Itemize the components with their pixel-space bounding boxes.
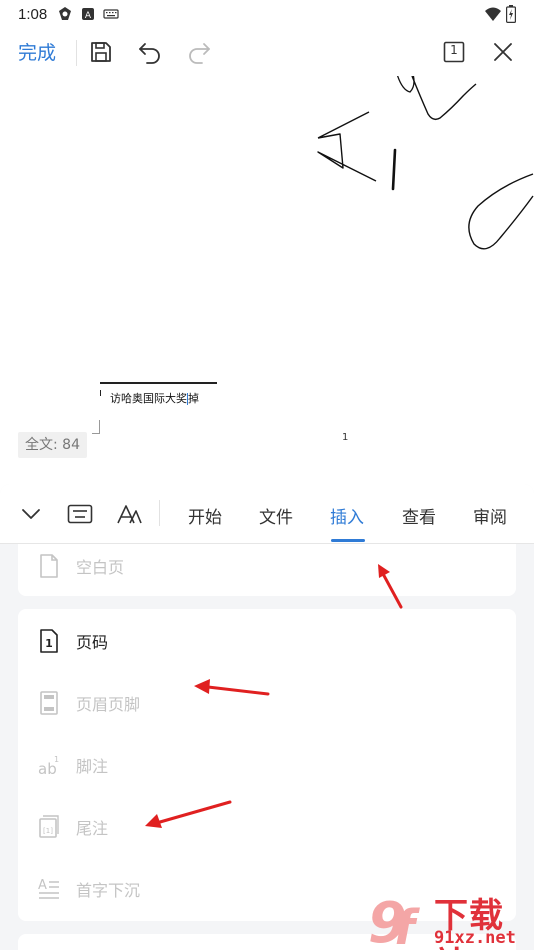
document-text-main: 访哈奥国际大奖 [110, 392, 187, 405]
document-margin-tick [100, 390, 101, 396]
svg-text:f: f [394, 900, 420, 950]
tab-divider [159, 500, 160, 526]
page-corner-mark [92, 420, 100, 434]
document-text-tail: 掉 [188, 392, 199, 405]
menu-item-blank-page[interactable]: 空白页 [18, 536, 516, 596]
footnote-icon: ab 1 [38, 753, 60, 777]
endnote-label: 尾注 [76, 819, 109, 838]
blank-page-label: 空白页 [76, 558, 125, 577]
insert-panel: 开始 文件 插入 查看 审阅 空白页 1 页码 页眉页脚 ab 1 脚注 [1]… [0, 484, 534, 950]
menu-item-footnote[interactable]: ab 1 脚注 [18, 735, 516, 795]
top-toolbar: 完成 1 [0, 28, 534, 76]
done-button[interactable]: 完成 [18, 38, 56, 65]
document-canvas[interactable]: 访哈奥国际大奖掉 1 全文: 84 [0, 76, 534, 476]
menu-item-page-number[interactable]: 1 页码 [18, 611, 516, 671]
status-notification-icons: A [57, 6, 119, 22]
toolbar-divider [76, 40, 77, 66]
redo-icon[interactable] [185, 38, 213, 66]
status-bar: 1:08 A [0, 0, 534, 28]
page-number-label: 页码 [76, 633, 109, 652]
a-notification-icon: A [82, 8, 95, 21]
drop-cap-icon: A [38, 877, 60, 901]
header-footer-icon [38, 691, 60, 715]
battery-charging-icon [506, 5, 516, 23]
svg-text:1: 1 [54, 755, 59, 764]
page-view-number: 1 [450, 43, 458, 57]
keyboard-icon[interactable] [67, 501, 93, 527]
blank-page-icon [38, 554, 60, 578]
page-view-button[interactable]: 1 [440, 38, 468, 66]
footnote-label: 脚注 [76, 757, 109, 776]
undo-icon[interactable] [136, 38, 164, 66]
word-count-badge: 全文: 84 [18, 432, 87, 458]
svg-text:1: 1 [45, 637, 53, 650]
endnote-icon: [1] [38, 815, 60, 839]
wifi-icon [485, 7, 501, 21]
page-number-icon: 1 [38, 629, 60, 653]
tab-start[interactable]: 开始 [188, 503, 222, 528]
annotation-arrow-endnote [145, 800, 232, 828]
tab-file[interactable]: 文件 [259, 503, 293, 528]
status-system-icons [484, 5, 516, 23]
document-text[interactable]: 访哈奥国际大奖掉 [110, 390, 199, 406]
insert-group-card-2: 1 页码 页眉页脚 ab 1 脚注 [1] 尾注 A 首字下沉 [18, 609, 516, 921]
menu-item-endnote[interactable]: [1] 尾注 [18, 797, 516, 857]
insert-group-card-1: 空白页 [18, 544, 516, 596]
keyboard-notification-icon [103, 9, 119, 19]
document-page-number: 1 [342, 432, 349, 443]
svg-text:A: A [85, 11, 92, 21]
status-time: 1:08 [18, 5, 48, 23]
panel-tab-bar: 开始 文件 插入 查看 审阅 [0, 484, 534, 544]
tab-insert[interactable]: 插入 [330, 503, 364, 528]
site-watermark-logo: 9 f 下载站 91xz.net [368, 886, 534, 950]
document-horizontal-rule [100, 382, 217, 384]
collapse-chevron-icon[interactable] [18, 501, 44, 527]
tab-review[interactable]: 审阅 [473, 503, 507, 528]
close-icon[interactable] [489, 38, 517, 66]
svg-text:A: A [38, 878, 47, 893]
text-format-icon[interactable] [116, 501, 142, 527]
header-footer-label: 页眉页脚 [76, 695, 141, 714]
watermark-domain: 91xz.net [434, 928, 516, 948]
app-notification-icon [59, 7, 72, 20]
save-icon[interactable] [87, 38, 115, 66]
drop-cap-label: 首字下沉 [76, 881, 141, 900]
annotation-arrow-blank-page [378, 564, 403, 609]
annotation-arrow-header-footer [194, 679, 270, 696]
tab-view[interactable]: 查看 [402, 503, 436, 528]
svg-text:[1]: [1] [43, 827, 53, 835]
ink-drawing [317, 76, 534, 250]
